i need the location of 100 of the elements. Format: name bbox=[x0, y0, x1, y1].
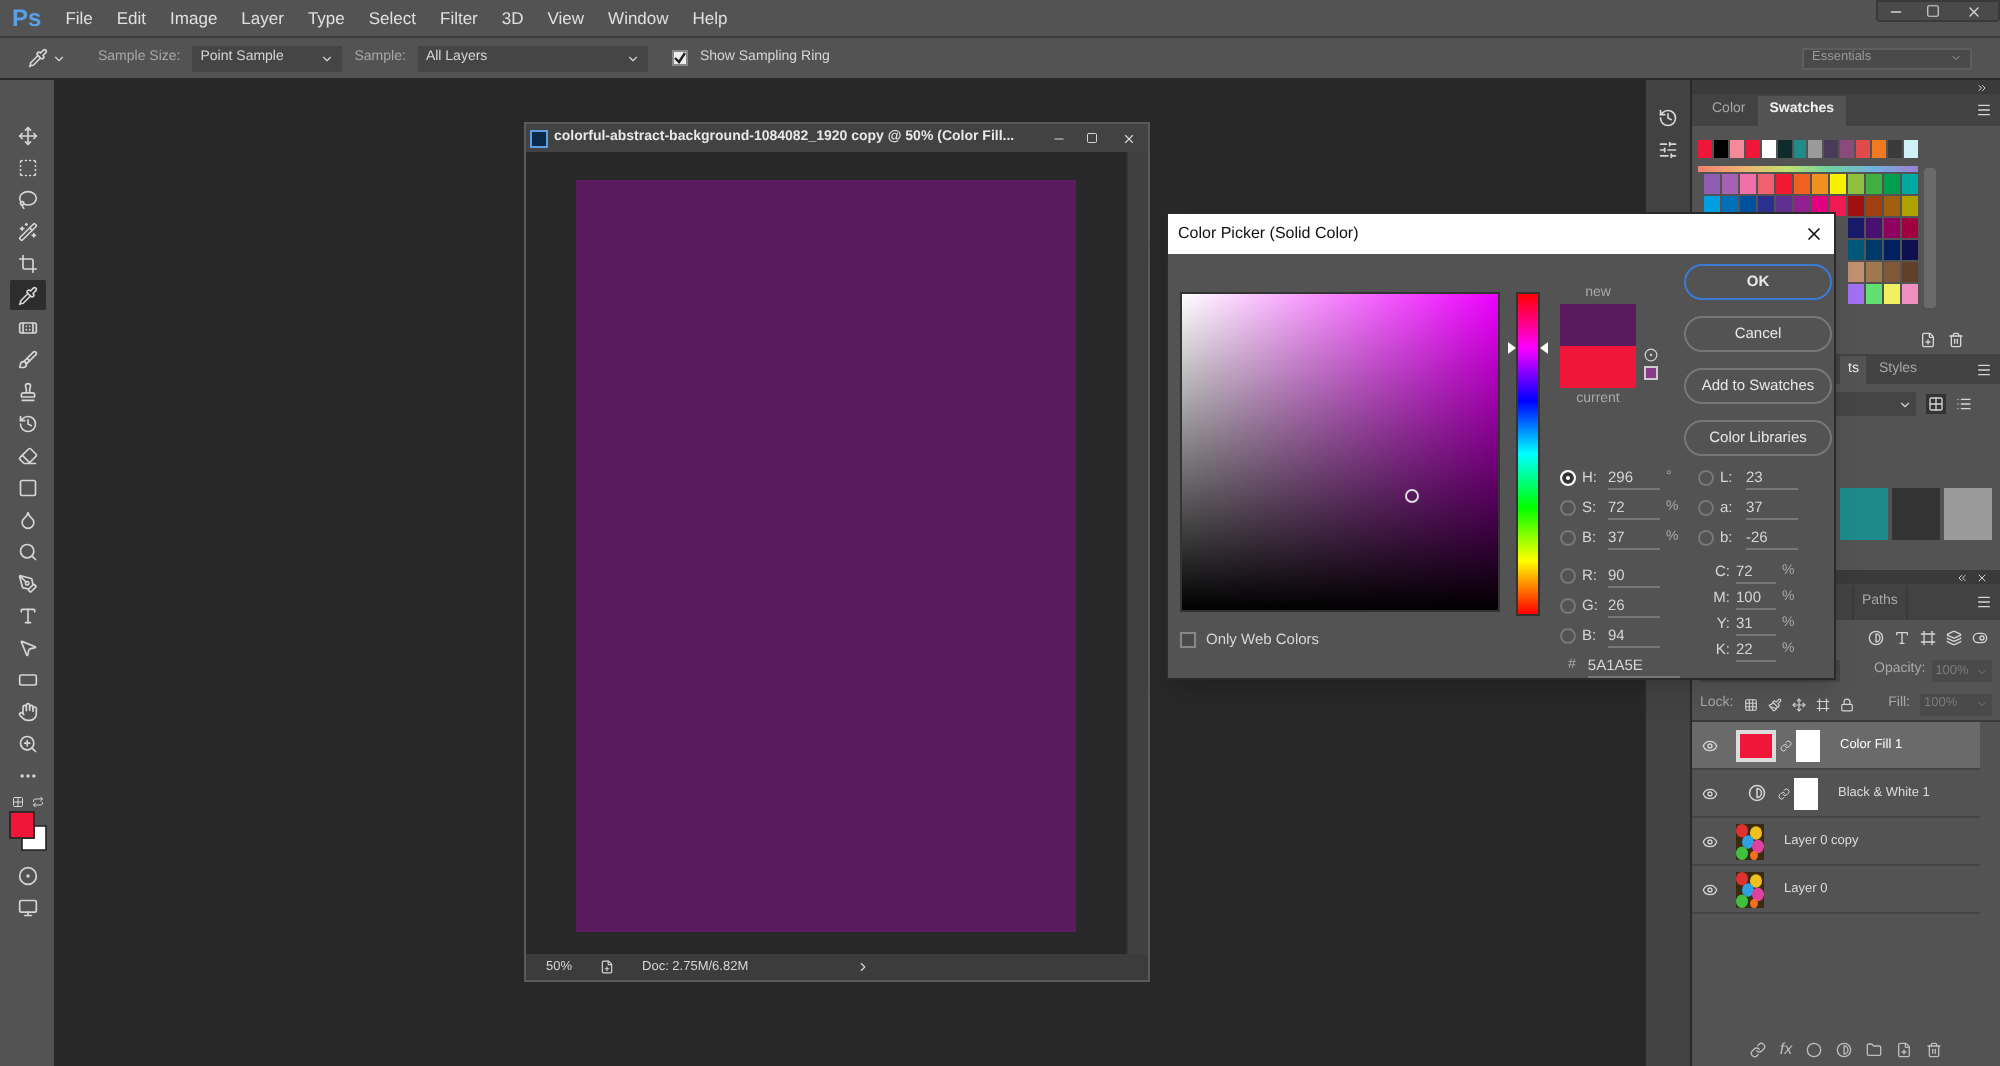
menu-item[interactable]: Layer bbox=[229, 5, 296, 31]
saturation-brightness-field[interactable] bbox=[1180, 292, 1500, 612]
trash-icon[interactable] bbox=[1926, 1042, 1943, 1058]
recent-swatch[interactable] bbox=[1793, 140, 1807, 158]
color-swatch[interactable] bbox=[1884, 174, 1900, 194]
color-swatch[interactable] bbox=[1866, 262, 1882, 282]
new-swatch-icon[interactable] bbox=[1920, 332, 1936, 348]
panel-menu-icon[interactable] bbox=[1976, 102, 1992, 118]
lock-artboard-icon[interactable] bbox=[1815, 697, 1830, 711]
radio-button[interactable] bbox=[1560, 598, 1576, 614]
color-swatch[interactable] bbox=[1848, 218, 1864, 238]
color-swatch[interactable] bbox=[1866, 284, 1882, 304]
menu-item[interactable]: 3D bbox=[489, 5, 536, 31]
toggle-icon[interactable] bbox=[1972, 629, 1988, 645]
mask-icon[interactable] bbox=[1806, 1042, 1823, 1058]
eyedropper-icon[interactable] bbox=[9, 280, 45, 310]
radio-button[interactable] bbox=[1560, 500, 1576, 516]
menu-item[interactable]: Image bbox=[158, 5, 230, 31]
history-icon[interactable] bbox=[1658, 108, 1678, 128]
close-icon[interactable] bbox=[1966, 3, 1982, 19]
radio-button[interactable] bbox=[1560, 628, 1576, 644]
transform-icon[interactable] bbox=[1920, 629, 1936, 645]
menu-item[interactable]: File bbox=[53, 5, 105, 31]
radio-button[interactable] bbox=[1698, 530, 1714, 546]
menu-item[interactable]: Select bbox=[356, 5, 428, 31]
menu-item[interactable]: Edit bbox=[104, 5, 159, 31]
color-swatch[interactable] bbox=[1884, 262, 1900, 282]
grid-view-icon[interactable] bbox=[1926, 394, 1946, 414]
app-logo[interactable]: Ps bbox=[0, 0, 54, 36]
color-swatch[interactable] bbox=[1866, 240, 1882, 260]
new-layer-icon[interactable] bbox=[1896, 1042, 1913, 1058]
color-swatch[interactable] bbox=[1866, 174, 1882, 194]
layer-style-button[interactable]: fx bbox=[1779, 1038, 1793, 1062]
color-swatch[interactable] bbox=[1776, 174, 1792, 194]
recent-swatch[interactable] bbox=[1808, 140, 1823, 158]
color-swatch[interactable] bbox=[1848, 284, 1864, 304]
smart-object-icon[interactable] bbox=[1946, 629, 1962, 645]
color-swatch[interactable] bbox=[1848, 262, 1864, 282]
swap-colors-icon[interactable] bbox=[31, 796, 43, 808]
radio-button[interactable] bbox=[1698, 470, 1714, 486]
adjustment-layer-icon[interactable] bbox=[1836, 1042, 1853, 1058]
recent-swatch[interactable] bbox=[1888, 140, 1902, 158]
trash-icon[interactable] bbox=[1948, 332, 1964, 348]
eyedropper-icon[interactable] bbox=[28, 48, 66, 68]
color-swatch[interactable] bbox=[1902, 196, 1918, 216]
lock-pixels-icon[interactable] bbox=[1743, 697, 1758, 711]
adjustments-icon[interactable] bbox=[1658, 140, 1678, 160]
screen-mode-icon[interactable] bbox=[17, 898, 37, 918]
color-swatch[interactable] bbox=[1848, 174, 1864, 194]
list-view-icon[interactable] bbox=[1956, 396, 1972, 412]
recent-swatch[interactable] bbox=[1840, 140, 1855, 158]
collapse-icon[interactable] bbox=[1956, 571, 1968, 583]
hue-slider-handle[interactable] bbox=[1508, 342, 1548, 355]
contrast-icon[interactable] bbox=[1868, 629, 1884, 645]
color-swatch[interactable] bbox=[1740, 174, 1756, 194]
panel-menu-icon[interactable] bbox=[1976, 361, 1992, 377]
recent-swatch[interactable] bbox=[1777, 140, 1792, 158]
color-swatch[interactable] bbox=[1902, 284, 1918, 304]
recent-swatch[interactable] bbox=[1824, 140, 1839, 158]
color-swatch[interactable] bbox=[1902, 240, 1918, 260]
color-swatch[interactable] bbox=[1830, 196, 1846, 216]
color-swatch[interactable] bbox=[1884, 284, 1900, 304]
lock-position-icon[interactable] bbox=[1791, 697, 1806, 711]
close-icon[interactable] bbox=[1121, 131, 1135, 145]
color-swatch[interactable] bbox=[1812, 174, 1828, 194]
recent-swatch[interactable] bbox=[1745, 140, 1760, 158]
recent-swatch[interactable] bbox=[1698, 140, 1712, 158]
hue-slider[interactable] bbox=[1508, 292, 1548, 616]
color-swatch[interactable] bbox=[1902, 218, 1918, 238]
color-swatch[interactable] bbox=[1866, 218, 1882, 238]
color-swatch[interactable] bbox=[1848, 196, 1864, 216]
export-icon[interactable] bbox=[600, 960, 615, 974]
close-icon[interactable] bbox=[1976, 571, 1988, 583]
color-swatch[interactable] bbox=[1902, 174, 1918, 194]
expand-icon[interactable] bbox=[1976, 81, 1988, 93]
sampling-ring-checkbox[interactable] bbox=[671, 50, 688, 66]
recent-swatch[interactable] bbox=[1903, 140, 1918, 158]
only-web-colors-checkbox[interactable] bbox=[1180, 631, 1196, 648]
recent-swatch[interactable] bbox=[1856, 140, 1871, 158]
maximize-icon[interactable] bbox=[1925, 4, 1939, 18]
menu-item[interactable]: Window bbox=[596, 5, 681, 31]
color-swatch[interactable] bbox=[1902, 262, 1918, 282]
quick-mask-icon[interactable] bbox=[17, 866, 37, 886]
color-swatch[interactable] bbox=[1884, 240, 1900, 260]
close-icon[interactable] bbox=[1804, 224, 1824, 244]
radio-button[interactable] bbox=[1560, 568, 1576, 584]
menu-item[interactable]: View bbox=[535, 5, 597, 31]
web-safe-icon[interactable] bbox=[1644, 366, 1658, 380]
color-swatch[interactable] bbox=[1884, 218, 1900, 238]
recent-swatch[interactable] bbox=[1713, 140, 1728, 158]
menu-item[interactable]: Type bbox=[295, 5, 357, 31]
color-swatch[interactable] bbox=[1758, 174, 1774, 194]
menu-item[interactable]: Filter bbox=[428, 5, 490, 31]
radio-button[interactable] bbox=[1560, 530, 1576, 546]
recent-swatch[interactable] bbox=[1729, 140, 1744, 158]
color-swatch[interactable] bbox=[1884, 196, 1900, 216]
background-color-swatch[interactable] bbox=[20, 825, 46, 851]
recent-swatch[interactable] bbox=[1872, 140, 1887, 158]
color-swatch[interactable] bbox=[1830, 174, 1846, 194]
lock-icon[interactable] bbox=[1839, 697, 1854, 711]
